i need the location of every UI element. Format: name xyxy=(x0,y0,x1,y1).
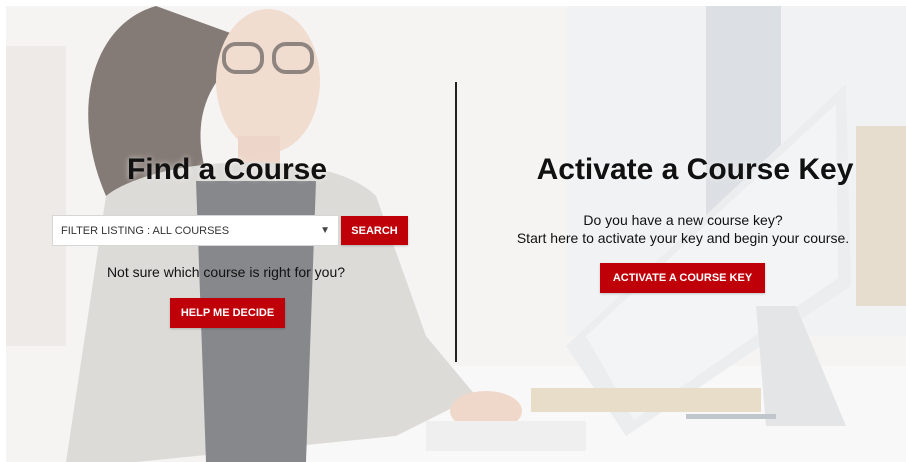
course-filter-value: FILTER LISTING : ALL COURSES xyxy=(61,224,230,237)
search-button[interactable]: SEARCH xyxy=(341,216,408,245)
find-course-title: Find a Course xyxy=(126,153,328,186)
activate-course-key-button[interactable]: ACTIVATE A COURSE KEY xyxy=(600,263,765,293)
help-me-decide-button[interactable]: HELP ME DECIDE xyxy=(170,298,285,328)
activate-instruction: Start here to activate your key and begi… xyxy=(516,230,850,246)
activate-question: Do you have a new course key? xyxy=(583,212,783,228)
activate-key-title: Activate a Course Key xyxy=(536,153,854,186)
course-filter-select[interactable]: FILTER LISTING : ALL COURSES ▼ xyxy=(52,215,339,246)
course-help-prompt: Not sure which course is right for you? xyxy=(106,264,346,280)
section-divider xyxy=(455,82,457,362)
chevron-down-icon: ▼ xyxy=(320,225,330,236)
